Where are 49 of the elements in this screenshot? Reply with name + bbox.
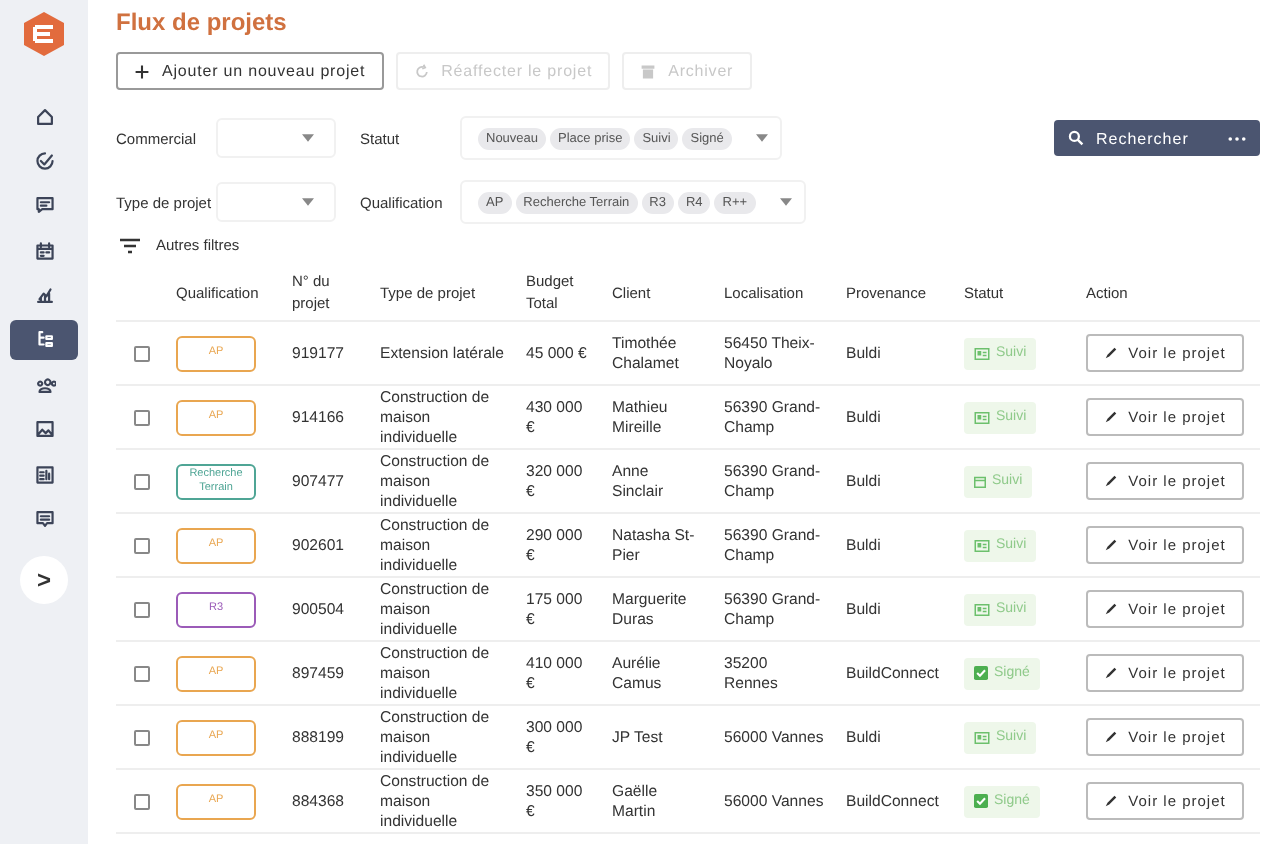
row-checkbox[interactable] <box>134 345 150 361</box>
pencil-icon <box>1104 666 1119 680</box>
caret-icon <box>779 198 792 206</box>
redo-icon <box>413 63 430 79</box>
row-checkbox[interactable] <box>134 793 150 809</box>
card-icon <box>974 539 990 551</box>
search-icon <box>1068 130 1084 146</box>
pencil-icon <box>1104 474 1119 488</box>
chart-icon <box>33 284 55 307</box>
pencil-icon <box>1104 346 1119 360</box>
card-icon <box>974 731 990 743</box>
page-title: Flux de projets <box>116 8 289 36</box>
image-icon <box>33 418 55 441</box>
nav-item[interactable] <box>10 319 78 360</box>
archive-icon <box>640 63 657 79</box>
row-checkbox[interactable] <box>134 473 150 489</box>
card-icon <box>974 603 990 615</box>
calendar-icon <box>33 239 55 262</box>
expand-button[interactable]: > <box>20 555 68 604</box>
filter-icon <box>120 237 140 253</box>
people-icon <box>33 373 55 396</box>
pencil-icon <box>1104 602 1119 616</box>
pencil-icon <box>1104 794 1119 808</box>
report-icon <box>33 463 55 486</box>
row-checkbox[interactable] <box>134 409 150 425</box>
tree-icon <box>33 328 55 351</box>
caret-icon <box>302 198 314 206</box>
row-checkbox[interactable] <box>134 729 150 745</box>
caret-icon <box>755 134 768 142</box>
more-icon <box>1228 135 1246 141</box>
caret-icon <box>302 134 314 142</box>
pencil-icon <box>1104 410 1119 424</box>
home-icon <box>33 105 55 127</box>
search-button[interactable]: Rechercher <box>1054 120 1260 156</box>
card-icon <box>974 411 990 423</box>
pencil-icon <box>1104 538 1119 552</box>
message-icon <box>33 508 55 531</box>
pencil-icon <box>1104 730 1119 744</box>
card-icon <box>974 347 990 359</box>
row-checkbox[interactable] <box>134 665 150 681</box>
logo <box>20 10 68 58</box>
chat-icon <box>33 194 55 217</box>
row-checkbox[interactable] <box>134 537 150 553</box>
checkbox-icon <box>974 794 988 808</box>
plus-icon <box>134 63 150 79</box>
action-button[interactable]: Ajouter un nouveau projet <box>116 52 384 90</box>
checkbox-icon <box>974 666 988 680</box>
calendar-icon <box>974 475 986 487</box>
row-checkbox[interactable] <box>134 601 150 617</box>
